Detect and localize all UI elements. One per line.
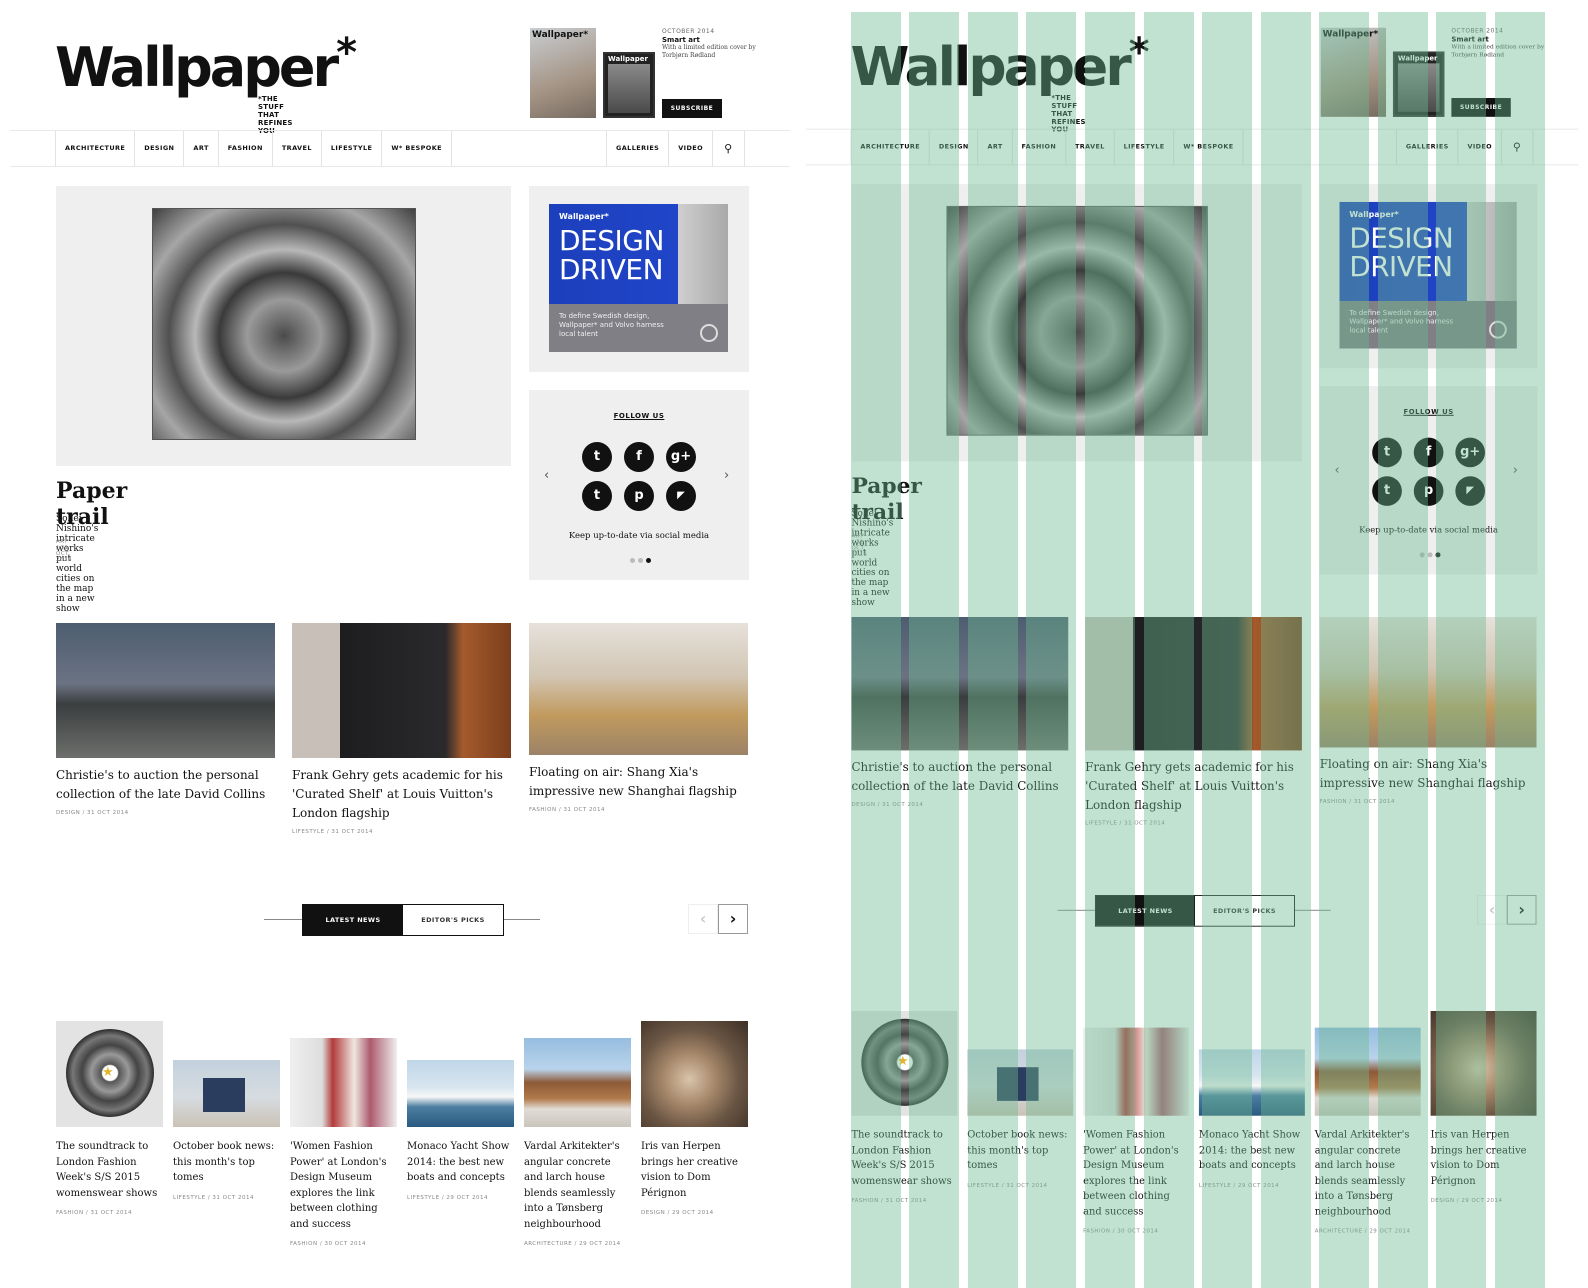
news-title[interactable]: October book news: this month's top tome… xyxy=(173,1139,280,1186)
nav-travel[interactable]: TRAVEL xyxy=(273,131,322,166)
grid-column-overlay xyxy=(1144,12,1194,1288)
tab-latest-news[interactable]: LATEST NEWS xyxy=(303,905,403,935)
subscription-promo: OCTOBER 2014 Smart art With a limited ed… xyxy=(662,28,757,60)
ad-headline: DESIGN DRIVEN xyxy=(559,224,664,286)
nav-lifestyle[interactable]: LIFESTYLE xyxy=(322,131,383,166)
pinterest-icon[interactable]: p xyxy=(624,481,654,511)
news-title[interactable]: 'Women Fashion Power' at London's Design… xyxy=(290,1139,397,1232)
tab-divider-line xyxy=(264,919,302,920)
news-meta: FASHION / 30 OCT 2014 xyxy=(290,1241,366,1247)
grid-column-overlay xyxy=(968,12,1018,1288)
news-item[interactable]: ★ The soundtrack to London Fashion Week'… xyxy=(56,1021,163,1220)
layout-grid-overlay: Wallpaper* *THE STUFF THAT REFINES YOU W… xyxy=(804,0,1588,1288)
feature-meta: DESIGN / 31 OCT 2014 xyxy=(56,810,129,816)
news-prev-button[interactable]: ‹ xyxy=(688,904,718,934)
nav-art[interactable]: ART xyxy=(184,131,219,166)
news-image[interactable] xyxy=(524,1038,631,1127)
google-plus-icon[interactable]: g+ xyxy=(666,442,696,472)
grid-column-overlay xyxy=(1261,12,1311,1288)
news-item[interactable]: Vardal Arkitekter's angular concrete and… xyxy=(524,1038,631,1251)
main-nav: ARCHITECTURE DESIGN ART FASHION TRAVEL L… xyxy=(10,130,790,167)
news-image[interactable] xyxy=(290,1038,397,1127)
follow-prev-icon[interactable]: ‹ xyxy=(544,468,549,483)
feature-card[interactable]: Floating on air: Shang Xia's impressive … xyxy=(529,623,748,813)
feature-meta: LIFESTYLE / 31 OCT 2014 xyxy=(292,829,373,835)
news-image[interactable] xyxy=(407,1060,514,1127)
tab-editors-picks[interactable]: EDITOR'S PICKS xyxy=(403,905,503,935)
hero-subtitle: Sohei Nishino's intricate works put worl… xyxy=(56,514,99,614)
feature-title[interactable]: Christie's to auction the personal colle… xyxy=(56,766,275,804)
follow-tagline: Keep up-to-date via social media xyxy=(568,531,710,541)
nav-fashion[interactable]: FASHION xyxy=(219,131,273,166)
news-meta: FASHION / 31 OCT 2014 xyxy=(56,1210,132,1216)
news-meta: LIFESTYLE / 31 OCT 2014 xyxy=(173,1194,254,1201)
news-meta: ARCHITECTURE / 29 OCT 2014 xyxy=(524,1241,621,1247)
feature-title[interactable]: Frank Gehry gets academic for his 'Curat… xyxy=(292,766,511,823)
news-image[interactable]: ★ xyxy=(56,1021,163,1127)
news-title[interactable]: Monaco Yacht Show 2014: the best new boa… xyxy=(407,1139,514,1186)
tagline: *THE STUFF THAT REFINES YOU xyxy=(258,95,293,135)
news-item[interactable]: 'Women Fashion Power' at London's Design… xyxy=(290,1038,397,1251)
follow-title: FOLLOW US xyxy=(613,412,665,420)
subscribe-button[interactable]: SUBSCRIBE xyxy=(662,99,722,118)
news-image[interactable] xyxy=(173,1060,280,1127)
follow-us-panel: FOLLOW US ‹ › t f g+ t p ◤ Keep up-to-da… xyxy=(529,390,749,580)
news-meta: DESIGN / 29 OCT 2014 xyxy=(641,1210,714,1216)
volvo-logo-icon xyxy=(700,324,718,342)
issue-desc: With a limited edition cover by Torbjørn… xyxy=(662,44,756,59)
follow-next-icon[interactable]: › xyxy=(724,468,729,483)
grid-column-overlay xyxy=(1495,12,1545,1288)
feature-image[interactable] xyxy=(56,623,275,758)
wallpaper-logo[interactable]: Wallpaper* xyxy=(55,30,357,99)
search-icon[interactable]: ⚲ xyxy=(713,131,745,166)
nav-architecture[interactable]: ARCHITECTURE xyxy=(56,131,136,166)
news-meta: LIFESTYLE / 29 OCT 2014 xyxy=(407,1194,488,1201)
tab-divider-line xyxy=(504,919,540,920)
ad-text: To define Swedish design, Wallpaper* and… xyxy=(559,312,664,338)
twitter-icon[interactable]: t xyxy=(582,442,612,472)
feature-image[interactable] xyxy=(529,623,748,755)
facebook-icon[interactable]: f xyxy=(624,442,654,472)
issue-month: OCTOBER 2014 xyxy=(662,28,715,35)
grid-column-overlay xyxy=(1085,12,1135,1288)
feature-meta: FASHION / 31 OCT 2014 xyxy=(529,807,605,813)
feature-card[interactable]: Frank Gehry gets academic for his 'Curat… xyxy=(292,623,511,835)
grid-column-overlay xyxy=(851,12,901,1288)
magazine-cover-image[interactable]: Wallpaper* xyxy=(530,28,596,118)
grid-column-overlay xyxy=(909,12,959,1288)
grid-column-overlay xyxy=(1319,12,1369,1288)
tumblr-icon[interactable]: t xyxy=(582,481,612,511)
ad-brand: Wallpaper* xyxy=(559,212,609,221)
news-item[interactable]: Monaco Yacht Show 2014: the best new boa… xyxy=(407,1060,514,1205)
grid-column-overlay xyxy=(1202,12,1252,1288)
news-image[interactable] xyxy=(641,1021,748,1127)
grid-column-overlay xyxy=(1026,12,1076,1288)
news-title[interactable]: Vardal Arkitekter's angular concrete and… xyxy=(524,1139,631,1232)
feature-card[interactable]: Christie's to auction the personal colle… xyxy=(56,623,275,816)
layout-original: Wallpaper* *THE STUFF THAT REFINES YOU W… xyxy=(0,0,800,1288)
rss-icon[interactable]: ◤ xyxy=(666,481,696,511)
nav-design[interactable]: DESIGN xyxy=(135,131,185,166)
nav-bespoke[interactable]: W* BESPOKE xyxy=(382,131,453,166)
news-tabs: LATEST NEWS EDITOR'S PICKS xyxy=(302,904,504,936)
magazine-cover-secondary[interactable]: Wallpaper xyxy=(603,52,655,118)
ad-banner[interactable]: Wallpaper* DESIGN DRIVEN To define Swedi… xyxy=(529,186,749,372)
news-title[interactable]: Iris van Herpen brings her creative visi… xyxy=(641,1139,748,1201)
grid-column-overlay xyxy=(1436,12,1486,1288)
news-next-button[interactable]: › xyxy=(718,904,748,934)
news-item[interactable]: Iris van Herpen brings her creative visi… xyxy=(641,1021,748,1220)
nav-galleries[interactable]: GALLERIES xyxy=(607,131,670,166)
hero-image-frame[interactable] xyxy=(56,186,511,466)
news-title[interactable]: The soundtrack to London Fashion Week's … xyxy=(56,1139,163,1201)
carousel-dots[interactable] xyxy=(630,558,651,563)
star-icon: ★ xyxy=(102,1065,114,1080)
nav-video[interactable]: VIDEO xyxy=(669,131,714,166)
hero-meta: ART / 31 OCT 2014 xyxy=(56,539,72,563)
feature-title[interactable]: Floating on air: Shang Xia's impressive … xyxy=(529,763,748,801)
issue-title: Smart art xyxy=(662,36,700,44)
hero-image[interactable] xyxy=(152,208,416,440)
grid-column-overlay xyxy=(1378,12,1428,1288)
feature-image[interactable] xyxy=(292,623,511,758)
news-item[interactable]: October book news: this month's top tome… xyxy=(173,1060,280,1205)
